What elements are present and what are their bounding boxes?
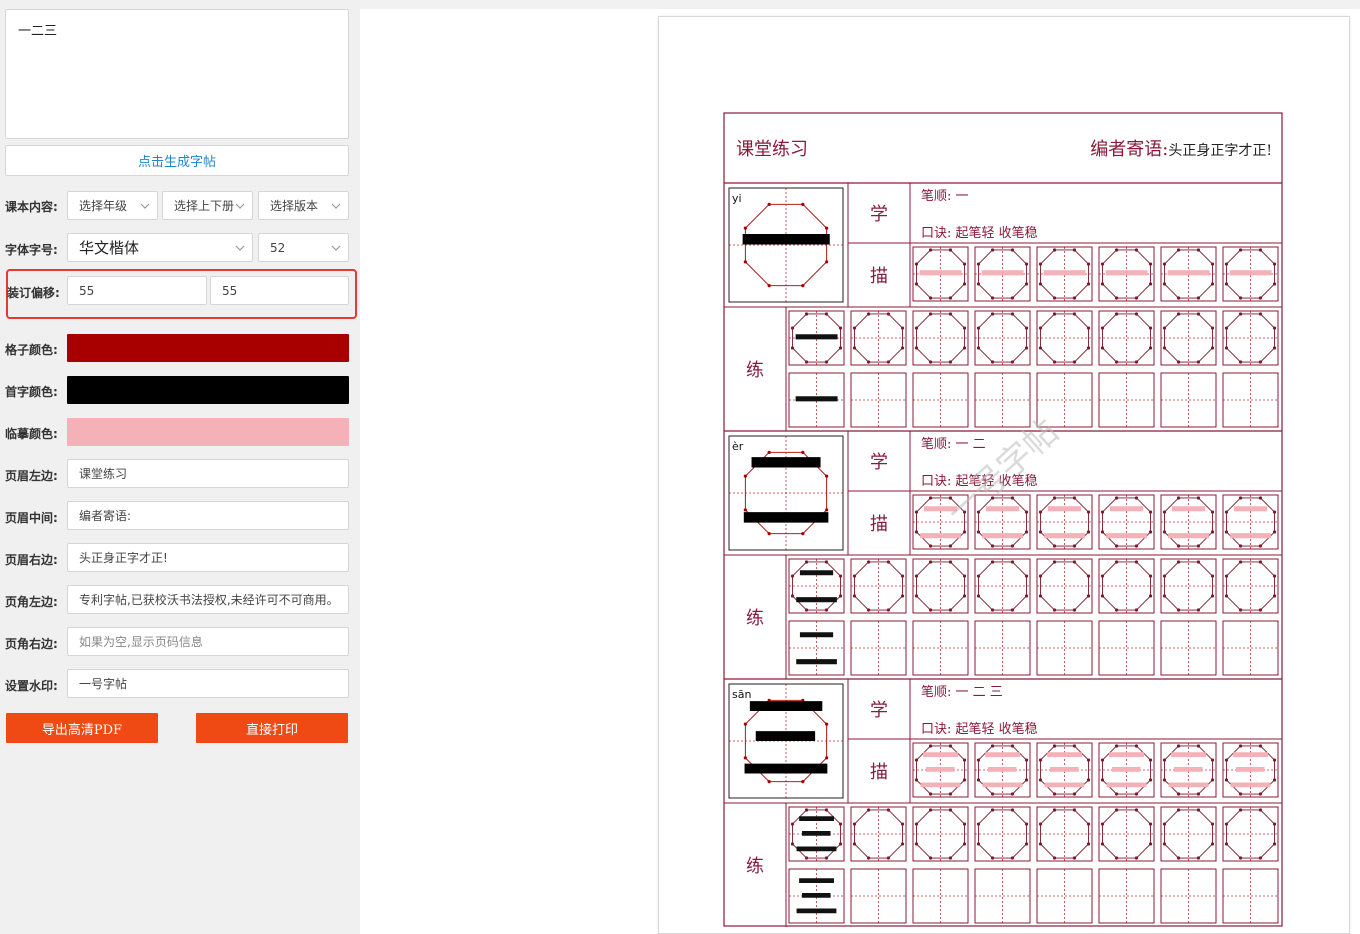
offset-y-input[interactable]: 55 (210, 276, 349, 305)
chevron-down-icon (331, 245, 341, 251)
font-select[interactable]: 华文楷体 (67, 233, 253, 262)
grid-color-picker[interactable] (67, 334, 349, 362)
content-label: 课本内容: (5, 200, 58, 214)
first-color-label: 首字颜色: (5, 385, 58, 399)
trace-color-picker[interactable] (67, 418, 349, 446)
size-select-value: 52 (270, 240, 286, 255)
font-label: 字体字号: (5, 243, 58, 257)
chevron-down-icon (331, 203, 341, 209)
offset-label: 装订偏移: (7, 286, 60, 300)
chevron-down-icon (235, 245, 245, 251)
export-pdf-button[interactable]: 导出高清PDF (6, 713, 158, 743)
footer-left-input[interactable]: 专利字帖,已获校沃书法授权,未经许可不可商用。 (67, 585, 349, 614)
watermark-label: 设置水印: (5, 679, 58, 693)
header-mid-label: 页眉中间: (5, 511, 58, 525)
grid-color-label: 格子颜色: (5, 343, 58, 357)
worksheet-page (658, 16, 1350, 934)
edition-select-value: 选择版本 (270, 199, 319, 213)
character-input[interactable] (5, 9, 349, 139)
first-color-picker[interactable] (67, 376, 349, 404)
size-select[interactable]: 52 (258, 233, 349, 262)
edition-select[interactable]: 选择版本 (258, 191, 349, 220)
header-right-label: 页眉右边: (5, 553, 58, 567)
grade-select-value: 选择年级 (79, 199, 128, 213)
chevron-down-icon (140, 203, 150, 209)
header-mid-input[interactable]: 编者寄语: (67, 501, 349, 530)
print-button[interactable]: 直接打印 (196, 713, 348, 743)
offset-x-input[interactable]: 55 (67, 276, 207, 305)
footer-right-input[interactable]: 如果为空,显示页码信息 (67, 627, 349, 656)
term-select[interactable]: 选择上下册 (162, 191, 253, 220)
grade-select[interactable]: 选择年级 (67, 191, 158, 220)
font-select-value: 华文楷体 (79, 239, 140, 257)
trace-color-label: 临摹颜色: (5, 427, 58, 441)
generate-button[interactable]: 点击生成字帖 (5, 145, 349, 176)
footer-left-label: 页角左边: (5, 595, 58, 609)
chevron-down-icon (235, 203, 245, 209)
header-left-label: 页眉左边: (5, 469, 58, 483)
header-left-input[interactable]: 课堂练习 (67, 459, 349, 488)
header-right-input[interactable]: 头正身正字才正! (67, 543, 349, 572)
footer-right-label: 页角右边: (5, 637, 58, 651)
settings-panel: 点击生成字帖 课本内容: 选择年级 选择上下册 选择版本 字体字号: 华文楷体 … (0, 0, 360, 934)
term-select-value: 选择上下册 (174, 199, 235, 213)
watermark-input[interactable]: 一号字帖 (67, 669, 349, 698)
